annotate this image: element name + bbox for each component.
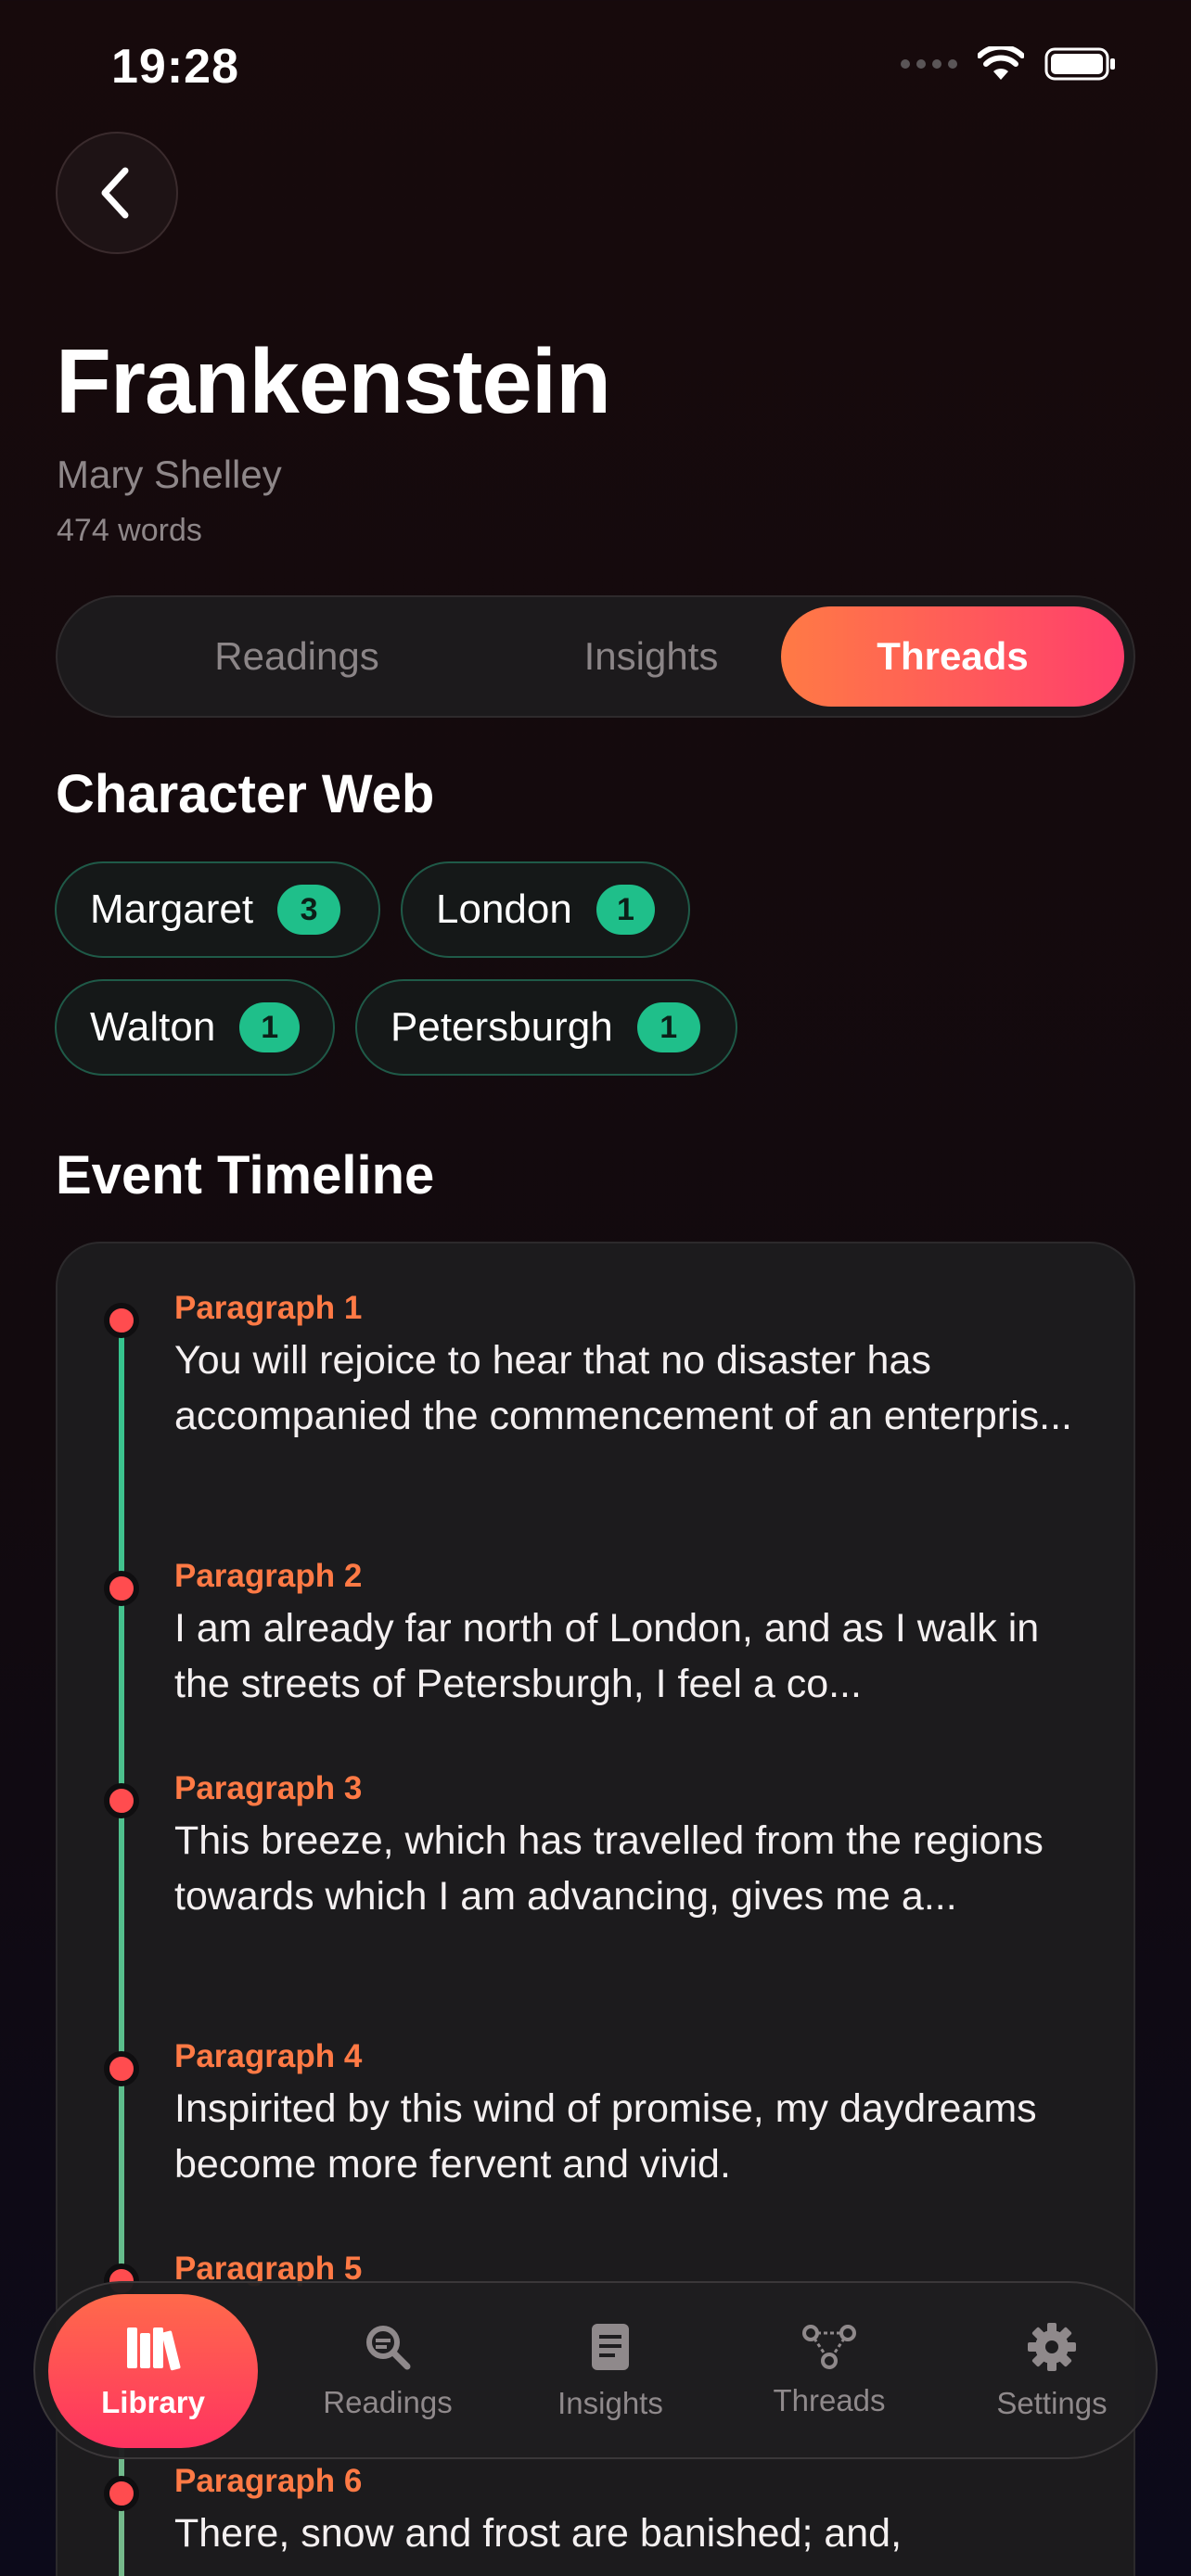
chip-label: Walton bbox=[90, 1004, 216, 1050]
nav-label: Insights bbox=[557, 2386, 663, 2420]
nav-label: Settings bbox=[996, 2386, 1108, 2420]
bottom-nav: Library Readings Insights Threads Settin… bbox=[33, 2281, 1158, 2459]
book-author: Mary Shelley bbox=[57, 453, 282, 496]
timeline-text: I am already far north of London, and as… bbox=[174, 1606, 1040, 1706]
nav-library[interactable]: Library bbox=[48, 2294, 258, 2448]
timeline-dot bbox=[104, 1783, 139, 1818]
timeline-text: There, snow and frost are banished; and, bbox=[174, 2511, 903, 2556]
timeline-label: Paragraph 6 bbox=[174, 2463, 363, 2499]
timeline-dot bbox=[104, 2476, 139, 2511]
timeline-dot bbox=[104, 2051, 139, 2086]
status-icons bbox=[901, 46, 1117, 82]
chip-label: Petersburgh bbox=[391, 1004, 613, 1050]
signal-icon bbox=[901, 59, 957, 69]
nav-insights[interactable]: Insights bbox=[518, 2294, 703, 2448]
timeline-label: Paragraph 4 bbox=[174, 2038, 363, 2074]
nav-label: Library bbox=[101, 2385, 205, 2419]
character-chip[interactable]: Walton 1 bbox=[55, 979, 335, 1076]
view-tabs: Readings Insights Threads bbox=[56, 595, 1135, 718]
library-icon bbox=[127, 2327, 181, 2371]
tab-insights[interactable]: Insights bbox=[479, 606, 824, 707]
nav-label: Readings bbox=[323, 2385, 453, 2419]
status-bar: 19:28 bbox=[0, 0, 1191, 139]
chevron-left-icon bbox=[101, 167, 129, 219]
character-chip[interactable]: Petersburgh 1 bbox=[355, 979, 737, 1076]
timeline-text: You will rejoice to hear that no disaste… bbox=[174, 1338, 1073, 1438]
timeline-label: Paragraph 3 bbox=[174, 1770, 363, 1806]
event-timeline-title: Event Timeline bbox=[56, 1145, 435, 1205]
battery-icon bbox=[1044, 47, 1115, 81]
timeline-label: Paragraph 1 bbox=[174, 1290, 363, 1326]
nav-readings[interactable]: Readings bbox=[295, 2294, 480, 2448]
tab-readings[interactable]: Readings bbox=[124, 606, 469, 707]
count-badge: 3 bbox=[277, 885, 341, 935]
timeline-dot bbox=[104, 1303, 139, 1338]
word-count: 474 words bbox=[57, 513, 202, 548]
timeline-label: Paragraph 2 bbox=[174, 1558, 363, 1594]
count-badge: 1 bbox=[239, 1002, 300, 1052]
nav-label: Threads bbox=[773, 2383, 886, 2417]
character-chip[interactable]: Margaret 3 bbox=[55, 861, 380, 958]
character-web-title: Character Web bbox=[56, 764, 435, 824]
character-chip[interactable]: London 1 bbox=[401, 861, 690, 958]
back-button[interactable] bbox=[56, 132, 178, 254]
timeline-dot bbox=[104, 1571, 139, 1606]
book-title: Frankenstein bbox=[56, 330, 611, 432]
status-time: 19:28 bbox=[111, 40, 239, 94]
nav-settings[interactable]: Settings bbox=[959, 2294, 1145, 2448]
wifi-icon bbox=[978, 46, 1024, 80]
search-doc-icon bbox=[366, 2326, 411, 2370]
chip-label: Margaret bbox=[90, 886, 254, 932]
graph-icon bbox=[802, 2325, 856, 2369]
count-badge: 1 bbox=[636, 1002, 700, 1052]
nav-threads[interactable]: Threads bbox=[736, 2294, 922, 2448]
timeline-text: Inspirited by this wind of promise, my d… bbox=[174, 2086, 1037, 2187]
count-badge: 1 bbox=[596, 885, 655, 935]
gear-icon bbox=[1028, 2323, 1076, 2371]
timeline-text: This breeze, which has travelled from th… bbox=[174, 1818, 1044, 1919]
tab-threads[interactable]: Threads bbox=[781, 606, 1124, 707]
chip-label: London bbox=[436, 886, 572, 932]
document-icon bbox=[592, 2324, 629, 2370]
